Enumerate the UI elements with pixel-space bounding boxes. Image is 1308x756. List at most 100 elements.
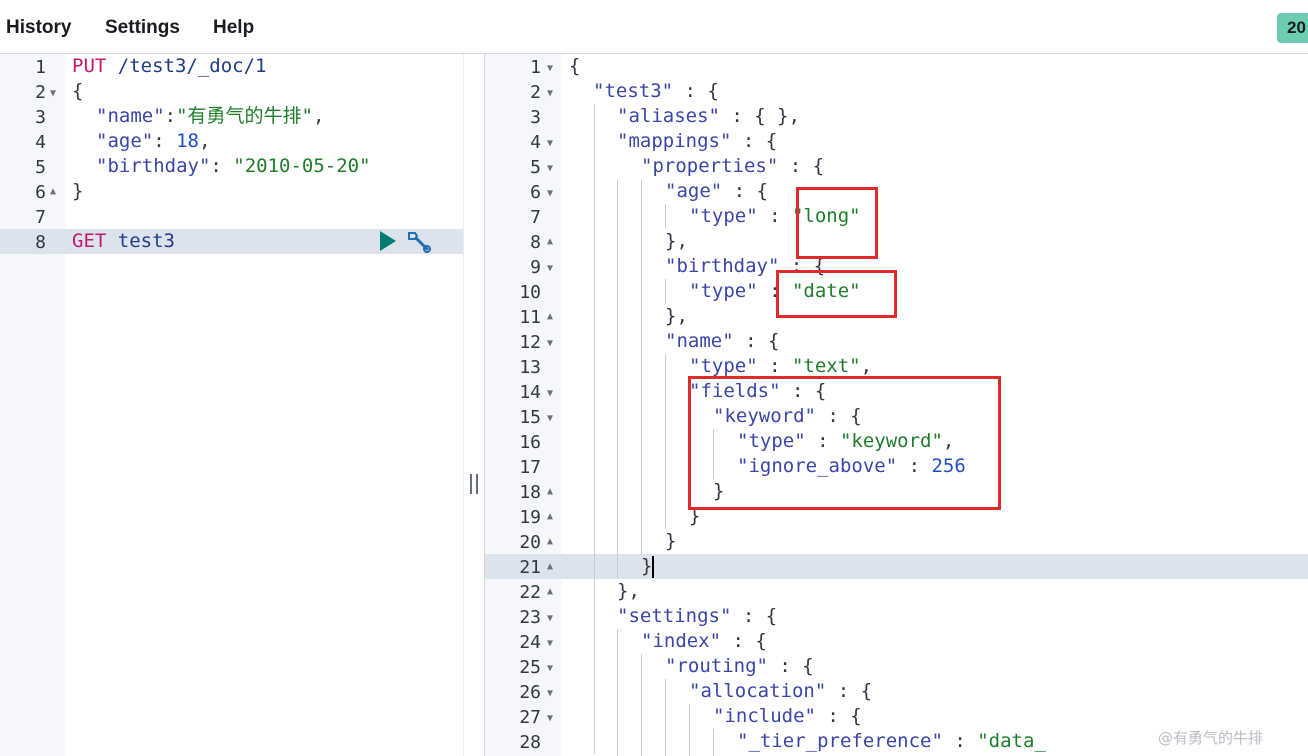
fold-arrow-down-icon[interactable]: ▼ — [547, 663, 553, 674]
request-editor[interactable]: 1 2 ▼ 3 4 5 6 ▲ 7 8 PUT /test3/_doc/1 { … — [0, 54, 463, 756]
fold-arrow-down-icon[interactable]: ▼ — [547, 338, 553, 349]
line-number: 2 — [35, 82, 46, 103]
fold-arrow-up-icon[interactable]: ▲ — [547, 236, 553, 247]
line-number: 1 — [530, 57, 541, 78]
code-line: }, — [617, 580, 640, 602]
line-number: 28 — [519, 732, 541, 753]
code-line: "include" : { — [713, 705, 862, 727]
line-number: 8 — [530, 232, 541, 253]
pane-resize-divider[interactable] — [463, 54, 485, 756]
fold-arrow-down-icon[interactable]: ▼ — [547, 63, 553, 74]
line-number: 22 — [519, 582, 541, 603]
fold-arrow-down-icon[interactable]: ▼ — [547, 413, 553, 424]
line-number: 17 — [519, 457, 541, 478]
top-menu-bar: History Settings Help 20 — [0, 0, 1308, 54]
text-cursor — [652, 556, 654, 578]
indent-guide — [617, 629, 618, 756]
active-line-highlight — [485, 554, 1308, 579]
code-line: "name":"有勇气的牛排", — [96, 105, 325, 127]
line-number: 7 — [530, 207, 541, 228]
line-number: 6 — [530, 182, 541, 203]
code-line: { — [569, 55, 581, 77]
indent-guide — [641, 654, 642, 756]
fold-arrow-up-icon[interactable]: ▲ — [547, 536, 553, 547]
code-line: "properties" : { — [641, 155, 825, 177]
line-number: 4 — [35, 132, 46, 153]
code-line: "routing" : { — [665, 655, 814, 677]
indent-guide — [665, 204, 666, 229]
line-number: 2 — [530, 82, 541, 103]
code-line: PUT /test3/_doc/1 — [72, 55, 267, 77]
wrench-icon[interactable] — [405, 229, 433, 253]
line-number: 13 — [519, 357, 541, 378]
code-line: "index" : { — [641, 630, 767, 652]
fold-arrow-up-icon[interactable]: ▲ — [547, 511, 553, 522]
line-number: 1 — [35, 57, 46, 78]
highlight-box-fields — [688, 376, 1001, 510]
fold-arrow-up-icon[interactable]: ▲ — [50, 186, 56, 197]
fold-arrow-down-icon[interactable]: ▼ — [547, 188, 553, 199]
fold-arrow-up-icon[interactable]: ▲ — [547, 561, 553, 572]
line-number: 7 — [35, 207, 46, 228]
line-number: 26 — [519, 682, 541, 703]
menu-settings[interactable]: Settings — [105, 17, 180, 39]
fold-arrow-down-icon[interactable]: ▼ — [50, 88, 56, 99]
code-line: "settings" : { — [617, 605, 778, 627]
highlight-box-long — [796, 187, 878, 259]
code-line: } — [641, 555, 653, 577]
fold-arrow-down-icon[interactable]: ▼ — [547, 138, 553, 149]
line-number: 25 — [519, 657, 541, 678]
code-line: "name" : { — [665, 330, 780, 352]
resize-handle-icon[interactable] — [470, 474, 478, 494]
code-line: "allocation" : { — [689, 680, 873, 702]
line-number: 24 — [519, 632, 541, 653]
line-number: 20 — [519, 532, 541, 553]
code-line: { — [72, 80, 84, 102]
fold-arrow-down-icon[interactable]: ▼ — [547, 263, 553, 274]
line-number: 14 — [519, 382, 541, 403]
code-line: GET test3 — [72, 230, 175, 252]
line-number: 21 — [519, 557, 541, 578]
indent-guide — [641, 179, 642, 554]
code-line: }, — [665, 230, 688, 252]
menu-history[interactable]: History — [6, 17, 71, 39]
fold-arrow-down-icon[interactable]: ▼ — [547, 638, 553, 649]
indent-guide — [617, 179, 618, 579]
line-number: 15 — [519, 407, 541, 428]
line-number: 3 — [530, 107, 541, 128]
fold-arrow-down-icon[interactable]: ▼ — [547, 713, 553, 724]
fold-arrow-down-icon[interactable]: ▼ — [547, 613, 553, 624]
line-number: 8 — [35, 232, 46, 253]
code-line: "age" : { — [665, 180, 768, 202]
highlight-box-date — [776, 270, 897, 318]
fold-arrow-down-icon[interactable]: ▼ — [547, 163, 553, 174]
code-line: "mappings" : { — [617, 130, 778, 152]
code-line: "age": 18, — [96, 130, 211, 152]
line-number: 27 — [519, 707, 541, 728]
indent-guide — [665, 354, 666, 529]
line-number: 3 — [35, 107, 46, 128]
fold-arrow-down-icon[interactable]: ▼ — [547, 388, 553, 399]
line-number: 10 — [519, 282, 541, 303]
status-badge[interactable]: 20 — [1277, 13, 1308, 43]
indent-guide — [594, 104, 595, 754]
code-line: "test3" : { — [593, 80, 719, 102]
fold-arrow-down-icon[interactable]: ▼ — [547, 688, 553, 699]
indent-guide — [665, 279, 666, 304]
fold-arrow-up-icon[interactable]: ▲ — [547, 586, 553, 597]
line-number: 12 — [519, 332, 541, 353]
fold-arrow-up-icon[interactable]: ▲ — [547, 486, 553, 497]
watermark: @有勇气的牛排 — [1158, 729, 1264, 747]
line-number: 5 — [530, 157, 541, 178]
fold-arrow-up-icon[interactable]: ▲ — [547, 311, 553, 322]
code-line: "birthday": "2010-05-20" — [96, 155, 371, 177]
line-number: 9 — [530, 257, 541, 278]
play-icon[interactable] — [380, 231, 396, 251]
menu-help[interactable]: Help — [213, 17, 254, 39]
code-line: "aliases" : { }, — [617, 105, 801, 127]
line-number: 18 — [519, 482, 541, 503]
line-number: 6 — [35, 182, 46, 203]
line-number: 11 — [519, 307, 541, 328]
line-number: 16 — [519, 432, 541, 453]
fold-arrow-down-icon[interactable]: ▼ — [547, 88, 553, 99]
